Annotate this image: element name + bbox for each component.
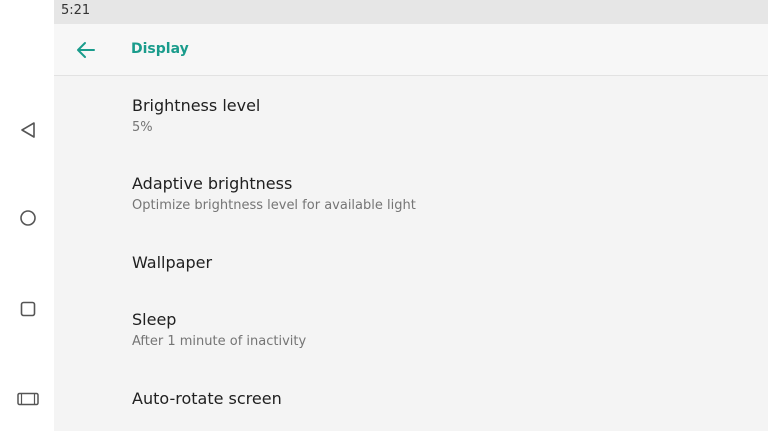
setting-sleep[interactable]: Sleep After 1 minute of inactivity [54,291,768,369]
setting-wallpaper[interactable]: Wallpaper [54,233,768,291]
setting-auto-rotate-screen[interactable]: Auto-rotate screen [54,369,768,431]
system-nav-bar [0,0,54,431]
page-title: Display [131,41,189,57]
setting-summary: 5% [132,120,153,135]
setting-summary: After 1 minute of inactivity [132,334,307,349]
nav-recents-button[interactable] [16,297,40,321]
rectangle-screenshot-icon [17,392,39,406]
nav-back-button[interactable] [16,118,40,142]
square-recents-icon [20,301,36,317]
setting-title: Adaptive brightness [132,174,293,193]
arrow-left-icon [77,42,95,58]
circle-home-icon [20,210,36,226]
setting-title: Auto-rotate screen [132,389,282,408]
display-settings-screen: 5:21 Display Brightness level 5% Adaptiv… [54,0,768,431]
nav-home-button[interactable] [16,206,40,230]
setting-title: Sleep [132,310,177,329]
setting-adaptive-brightness[interactable]: Adaptive brightness Optimize brightness … [54,155,768,233]
triangle-back-icon [21,122,35,138]
status-bar: 5:21 [54,0,768,24]
nav-screenshot-button[interactable] [16,387,40,411]
back-button[interactable] [74,38,98,62]
status-time: 5:21 [61,3,91,18]
setting-title: Wallpaper [132,253,213,272]
setting-brightness-level[interactable]: Brightness level 5% [54,77,768,155]
app-bar: Display [54,24,768,76]
setting-summary: Optimize brightness level for available … [132,198,416,213]
setting-title: Brightness level [132,96,261,115]
